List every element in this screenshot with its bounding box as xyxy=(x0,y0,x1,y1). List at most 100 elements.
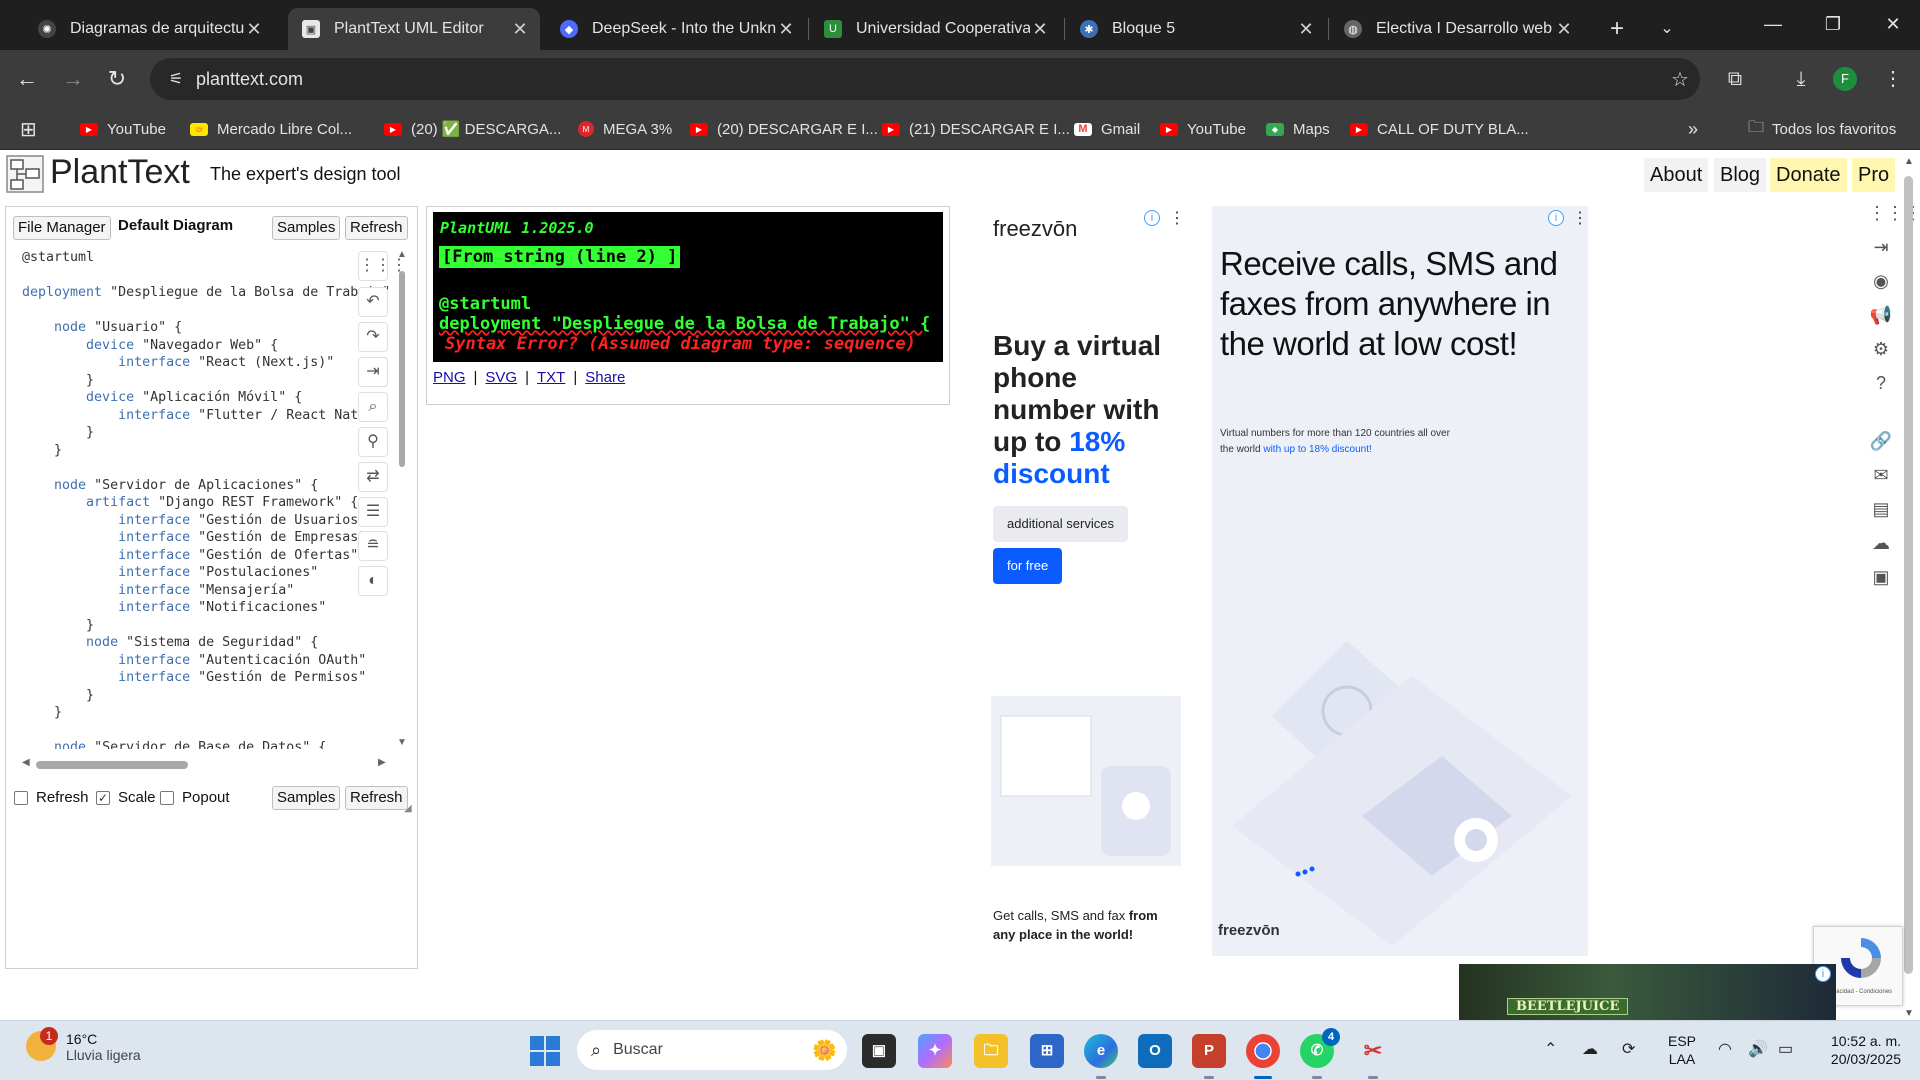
ad-info-icon[interactable]: i xyxy=(1144,210,1160,226)
samples-button[interactable]: Samples xyxy=(272,216,341,240)
code-line[interactable]: deployment "Despliegue de la Bolsa de Tr… xyxy=(22,284,392,302)
site-brand[interactable]: PlantText xyxy=(50,153,190,192)
jump-to-line-icon[interactable]: ⇥ xyxy=(358,357,388,387)
page-vertical-scrollbar[interactable]: ▲ ▼ xyxy=(1901,156,1917,1020)
ad-info-icon[interactable]: i xyxy=(1548,210,1564,226)
ad-menu-icon[interactable]: ⋮ xyxy=(1572,208,1588,228)
snipping-tool-icon[interactable]: ✂ xyxy=(1356,1034,1390,1079)
help-icon[interactable]: ? xyxy=(1868,370,1894,396)
login-icon[interactable]: ⇥ xyxy=(1868,234,1894,260)
close-tab-icon[interactable]: ✕ xyxy=(1296,19,1316,40)
url-text[interactable]: planttext.com xyxy=(196,69,1660,90)
refresh-button[interactable]: Refresh xyxy=(345,216,408,240)
bookmark-item[interactable]: 🤝 Mercado Libre Col... xyxy=(190,116,352,142)
tab-deepseek[interactable]: ◆ DeepSeek - Into the Unknown ✕ xyxy=(546,8,806,50)
storage-icon[interactable]: ▤ xyxy=(1868,496,1894,522)
svg-link[interactable]: SVG xyxy=(485,369,517,386)
system-clock[interactable]: 10:52 a. m. 20/03/2025 xyxy=(1817,1032,1901,1068)
refresh-sync-icon[interactable]: ⟳ xyxy=(1622,1039,1635,1059)
bookmark-item[interactable]: ▶ (20) ✅ DESCARGA... xyxy=(384,116,561,142)
format-lines-icon[interactable]: ☰ xyxy=(358,497,388,527)
code-line[interactable] xyxy=(22,267,392,285)
code-line[interactable] xyxy=(22,302,392,320)
bookmark-item[interactable]: M MEGA 3% xyxy=(578,116,672,142)
scale-checkbox[interactable]: ✓ Scale xyxy=(96,789,156,806)
bookmark-item[interactable]: ◆ Maps xyxy=(1266,116,1330,142)
checkbox-box-checked[interactable]: ✓ xyxy=(96,790,110,805)
outlook-icon[interactable]: O xyxy=(1138,1034,1172,1068)
forward-arrow-icon[interactable]: → xyxy=(56,62,90,96)
scroll-down-arrow-icon[interactable]: ▼ xyxy=(397,737,407,748)
whatsapp-icon[interactable]: ✆ 4 xyxy=(1300,1028,1340,1079)
address-bar[interactable]: ⚟ planttext.com ☆ xyxy=(150,58,1700,100)
checkbox-box[interactable] xyxy=(160,790,174,805)
windows-start-icon[interactable] xyxy=(530,1036,560,1066)
code-line[interactable]: node "Usuario" { xyxy=(22,319,392,337)
file-manager-button[interactable]: File Manager xyxy=(13,216,111,240)
close-tab-icon[interactable]: ✕ xyxy=(1554,19,1574,40)
battery-icon[interactable]: ▭ xyxy=(1778,1039,1793,1059)
code-horizontal-scrollbar[interactable]: ◀ ▶ xyxy=(22,757,392,771)
reload-icon[interactable]: ↻ xyxy=(100,62,134,96)
resize-handle-icon[interactable]: ◢ xyxy=(404,803,412,814)
profile-avatar[interactable]: F xyxy=(1833,67,1857,91)
redo-icon[interactable]: ↷ xyxy=(358,322,388,352)
minimize-button[interactable]: — xyxy=(1748,8,1798,40)
samples-bottom-button[interactable]: Samples xyxy=(272,786,341,810)
code-vertical-scrollbar[interactable]: ▲ ▼ xyxy=(396,249,410,749)
search-icon[interactable]: ⌕ xyxy=(358,392,388,422)
code-line[interactable]: interface "Gestión de Usuarios" xyxy=(22,512,392,530)
scroll-up-arrow-icon[interactable]: ▲ xyxy=(1904,156,1914,167)
gear-icon[interactable]: ⚙ xyxy=(1868,336,1894,362)
bookmark-item[interactable]: ▶ (20) DESCARGAR E I... xyxy=(690,116,878,142)
weather-widget[interactable]: 1 16°C Lluvia ligera xyxy=(26,1027,141,1063)
cloud-sync-icon[interactable]: ☁ xyxy=(1582,1039,1598,1059)
ad-menu-icon[interactable]: ⋮ xyxy=(1169,208,1181,228)
code-line[interactable]: interface "Postulaciones" xyxy=(22,564,392,582)
code-line[interactable]: } xyxy=(22,687,392,705)
tab-universidad[interactable]: U Universidad Cooperativa de Colombia ✕ xyxy=(810,8,1060,50)
tab-planttext[interactable]: ▣ PlantText UML Editor ✕ xyxy=(288,8,540,50)
more-bookmarks-chevron-icon[interactable]: » xyxy=(1688,116,1698,142)
location-pin-icon[interactable]: ⚲ xyxy=(358,427,388,457)
bookmark-item[interactable]: ▶ CALL OF DUTY BLA... xyxy=(1350,116,1529,142)
undo-icon[interactable]: ↶ xyxy=(358,287,388,317)
download-icon[interactable]: ⤓ xyxy=(1784,62,1818,96)
code-line[interactable]: node "Sistema de Seguridad" { xyxy=(22,634,392,652)
close-tab-icon[interactable]: ✕ xyxy=(510,19,530,40)
tab-diagramas[interactable]: ✺ Diagramas de arquitectura ✕ xyxy=(24,8,274,50)
cloud-upload-icon[interactable]: ☁ xyxy=(1868,530,1894,556)
tab-search-button[interactable]: ⌄ xyxy=(1650,12,1684,46)
file-explorer-icon[interactable]: 🗀 xyxy=(974,1034,1008,1068)
code-line[interactable]: node "Servidor de Base de Datos" { xyxy=(22,739,392,749)
nav-pro[interactable]: Pro xyxy=(1852,158,1896,192)
code-line[interactable]: interface "Autenticación OAuth" xyxy=(22,652,392,670)
tab-electiva[interactable]: ◍ Electiva I Desarrollo web ✕ xyxy=(1330,8,1584,50)
refresh-bottom-button[interactable]: Refresh xyxy=(345,786,408,810)
bookmark-item[interactable]: ▶ (21) DESCARGAR E I... xyxy=(882,116,1070,142)
scroll-down-arrow-icon[interactable]: ▼ xyxy=(1904,1008,1914,1019)
nav-blog[interactable]: Blog xyxy=(1714,158,1767,192)
grid-menu-icon[interactable]: ⋮⋮⋮ xyxy=(1868,200,1920,226)
auto-refresh-checkbox[interactable]: Refresh xyxy=(14,789,89,806)
code-line[interactable]: interface "Flutter / React Native" xyxy=(22,407,392,425)
close-tab-icon[interactable]: ✕ xyxy=(1030,19,1050,40)
edge-icon[interactable]: e xyxy=(1084,1034,1118,1079)
code-line[interactable]: interface "Gestión de Ofertas" xyxy=(22,547,392,565)
code-line[interactable]: } xyxy=(22,442,392,460)
scrollbar-thumb[interactable] xyxy=(399,271,405,467)
bookmark-item[interactable]: ▶ YouTube xyxy=(1160,116,1246,142)
nav-about[interactable]: About xyxy=(1644,158,1709,192)
mail-icon[interactable]: ✉ xyxy=(1868,462,1894,488)
code-line[interactable]: artifact "Django REST Framework" { xyxy=(22,494,392,512)
restore-button[interactable]: ❐ xyxy=(1808,8,1858,40)
code-line[interactable]: interface "React (Next.js)" xyxy=(22,354,392,372)
close-tab-icon[interactable]: ✕ xyxy=(244,19,264,40)
task-view-icon[interactable]: ▣ xyxy=(862,1034,896,1068)
ai-chip-icon[interactable]: ▣ xyxy=(1868,564,1894,590)
ad-services-button[interactable]: additional services xyxy=(993,506,1128,542)
wifi-icon[interactable]: ◠ xyxy=(1718,1039,1732,1059)
back-arrow-icon[interactable]: ← xyxy=(10,62,44,96)
bookmark-item[interactable]: M Gmail xyxy=(1074,116,1140,142)
scroll-up-arrow-icon[interactable]: ▲ xyxy=(397,249,407,260)
